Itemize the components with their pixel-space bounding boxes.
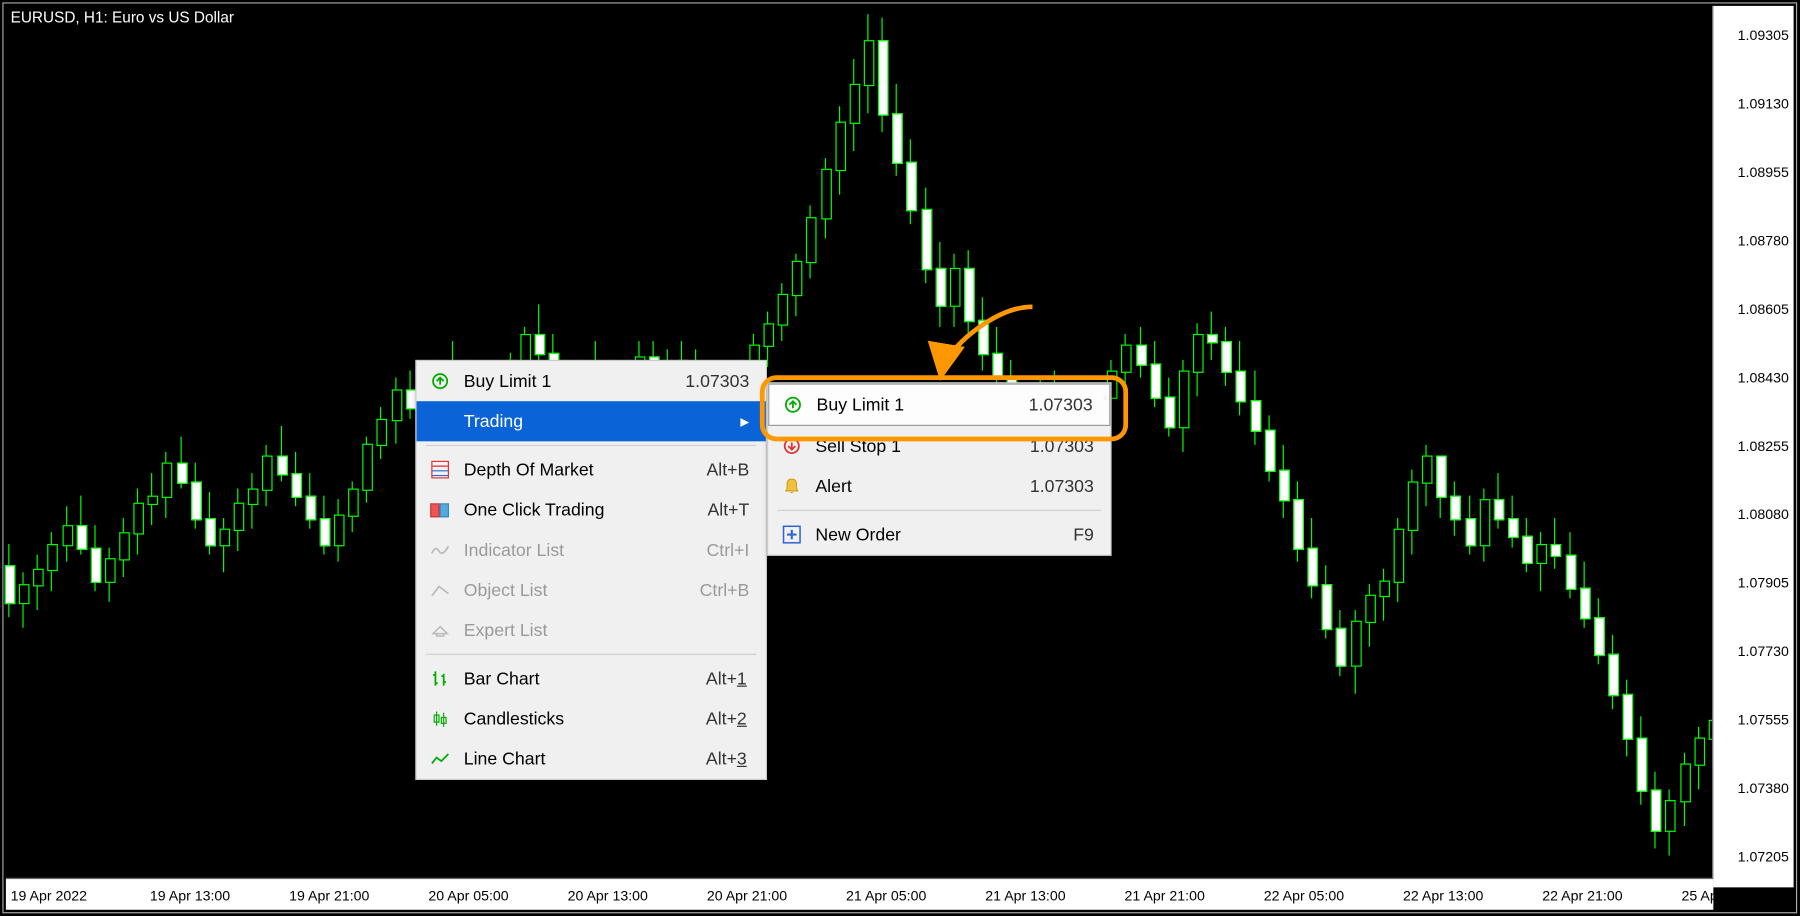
one-click-icon [424, 500, 457, 519]
menu-bar-chart[interactable]: Bar Chart Alt+1 [417, 658, 766, 698]
candlestick-icon [424, 709, 457, 728]
submenu-buy-limit[interactable]: Buy Limit 1 1.07303 [768, 383, 1110, 425]
menu-one-click-trading[interactable]: One Click Trading Alt+T [417, 490, 766, 530]
price-axis: 1.093051.091301.089551.087801.086051.084… [1712, 6, 1793, 887]
submenu-sell-stop[interactable]: Sell Stop 1 1.07303 [768, 426, 1110, 466]
down-arrow-circle-icon [775, 437, 808, 456]
trading-submenu[interactable]: Buy Limit 1 1.07303 Sell Stop 1 1.07303 … [767, 382, 1112, 555]
bell-icon [775, 477, 808, 496]
line-chart-icon [424, 750, 457, 767]
menu-indicator-list: Indicator List Ctrl+I [417, 530, 766, 570]
indicator-icon [424, 542, 457, 559]
chevron-right-icon: ▸ [705, 411, 749, 432]
time-axis: 19 Apr 202219 Apr 13:0019 Apr 21:0020 Ap… [6, 878, 1713, 910]
up-arrow-circle-icon [776, 395, 809, 414]
submenu-alert[interactable]: Alert 1.07303 [768, 466, 1110, 506]
context-menu[interactable]: Buy Limit 1 1.07303 Trading ▸ Depth Of M… [415, 360, 767, 780]
plus-square-icon [775, 525, 808, 544]
expert-icon [424, 622, 457, 639]
submenu-new-order[interactable]: New Order F9 [768, 514, 1110, 554]
menu-line-chart[interactable]: Line Chart Alt+3 [417, 739, 766, 779]
menu-object-list: Object List Ctrl+B [417, 570, 766, 610]
menu-expert-list: Expert List [417, 610, 766, 650]
depth-icon [424, 460, 457, 479]
menu-trading[interactable]: Trading ▸ [417, 401, 766, 441]
menu-depth-of-market[interactable]: Depth Of Market Alt+B [417, 450, 766, 490]
bar-chart-icon [424, 669, 457, 688]
menu-buy-limit-header[interactable]: Buy Limit 1 1.07303 [417, 361, 766, 401]
object-icon [424, 582, 457, 599]
menu-candlesticks[interactable]: Candlesticks Alt+2 [417, 699, 766, 739]
up-arrow-circle-icon [424, 372, 457, 391]
